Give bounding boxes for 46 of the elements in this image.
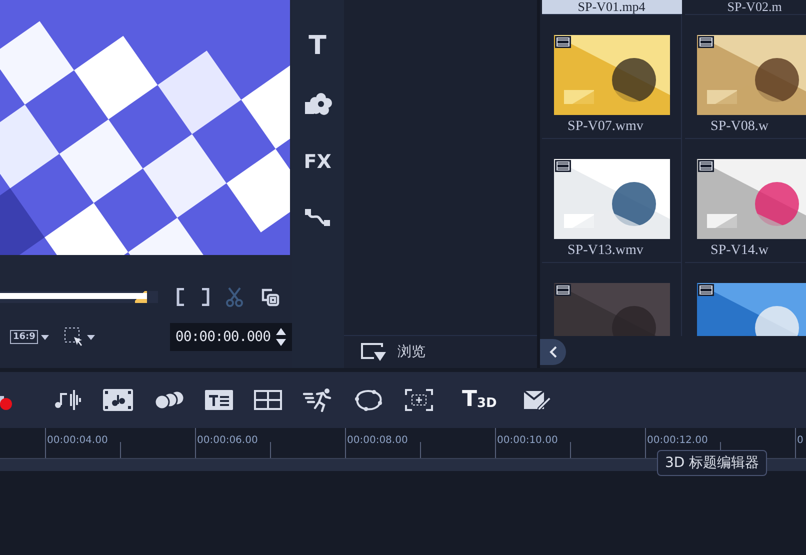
spin-arrows-icon [274,326,287,348]
film-icon [554,36,571,48]
film-icon [554,160,571,172]
browse-icon[interactable] [360,342,388,362]
envelope-pen-icon[interactable] [522,389,551,411]
ruler-time: 00:00:10.00 [496,435,558,446]
curve-icon[interactable] [304,208,332,228]
clip-label: SP-V14.w [710,243,769,259]
title-icon[interactable] [205,390,233,410]
timecode-field[interactable]: 00:00:00.000 [170,323,292,351]
clip-label[interactable]: SP-V01.mp4 [542,0,682,14]
running-figure-icon[interactable] [303,388,333,412]
caret-icon[interactable] [87,334,96,340]
frame-icon[interactable] [405,389,433,411]
chevron-left-icon [548,346,557,358]
sidebar-tab[interactable]: FX [304,148,332,176]
ruler-time: 00:00:12.00 [646,435,708,446]
selection-icon[interactable] [64,327,84,347]
film-music-icon[interactable] [103,389,133,411]
clip-label: SP-V13.wmv [568,243,644,259]
ruler-time: 00:00:06.00 [196,435,258,446]
caret-icon[interactable] [41,334,50,340]
flower-icon[interactable] [302,92,333,116]
film-icon [554,284,571,296]
clip-label: SP-V07.wmv [568,119,644,135]
film-icon [698,36,714,48]
collapse-button[interactable] [540,339,566,365]
ruler-time: 00:00:04.00 [46,435,108,446]
aspect-ratio-button[interactable]: 16:9 [10,330,38,344]
copy-icon[interactable] [260,287,280,307]
mark-out-icon[interactable] [200,288,210,306]
clip-label[interactable]: SP-V02.m [684,0,806,14]
film-icon [698,284,714,296]
mark-in-icon[interactable] [176,288,186,306]
path-loop-icon[interactable] [354,389,384,411]
title-3d-button[interactable]: T3D [462,389,497,411]
ruler-time: 00:00:08.00 [346,435,408,446]
sidebar-tab[interactable]: T [308,32,326,60]
ruler-time: 0 [796,435,804,446]
browse-label[interactable]: 浏览 [398,343,426,361]
tooltip: 3D 标题编辑器 [657,450,768,476]
film-icon [698,160,714,172]
circles-icon[interactable] [154,389,184,411]
audio-wave-icon[interactable] [54,388,82,412]
grid-icon[interactable] [254,390,282,410]
clip-label: SP-V08.w [710,119,769,135]
